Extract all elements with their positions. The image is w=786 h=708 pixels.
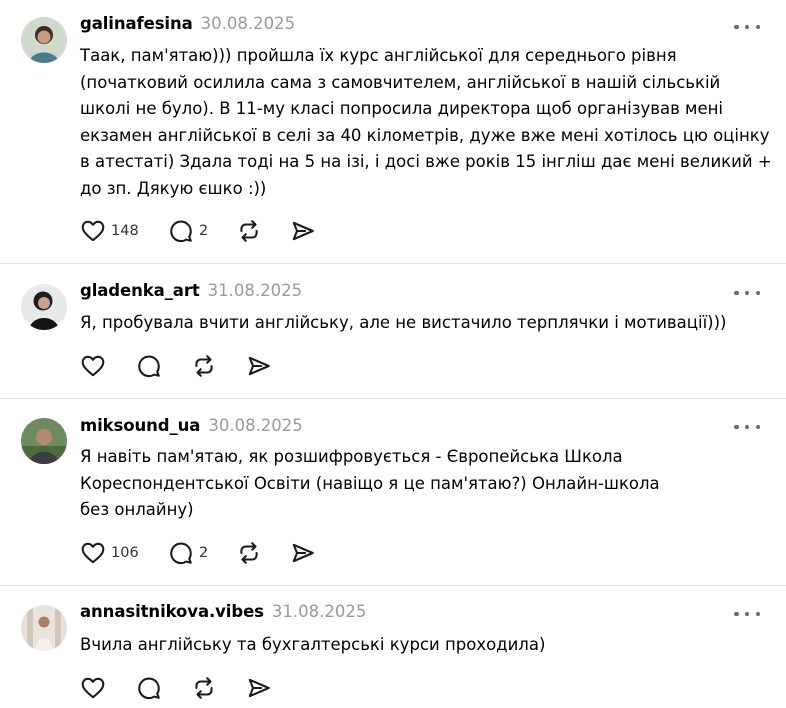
share-button[interactable]: [246, 674, 272, 702]
avatar[interactable]: [21, 284, 67, 330]
like-count: 106: [111, 545, 139, 561]
send-icon: [248, 678, 270, 698]
avatar[interactable]: [21, 418, 67, 464]
heart-icon: [81, 355, 105, 377]
avatar[interactable]: [21, 605, 67, 651]
comment-date: 31.08.2025: [271, 602, 367, 621]
username[interactable]: miksound_ua: [80, 416, 200, 435]
more-options-icon[interactable]: [734, 420, 760, 434]
comment-text: Я, пробувала вчити англійську, але не ви…: [80, 313, 727, 332]
reply-count: 2: [199, 545, 209, 561]
more-options-icon[interactable]: [734, 20, 760, 34]
like-count: 148: [111, 223, 139, 239]
send-icon: [292, 543, 314, 563]
heart-icon: [81, 677, 105, 699]
share-button[interactable]: [246, 352, 272, 380]
comment-text: Вчила англійську та бухгалтерські курси …: [80, 635, 546, 654]
comment-header: galinafesina 30.08.2025: [80, 14, 295, 38]
comment-date: 31.08.2025: [207, 281, 303, 300]
comment-4: annasitnikova.vibes 31.08.2025 Вчила анг…: [0, 586, 786, 708]
comment-text: Я навіть пам'ятаю, як розшифровується - …: [80, 447, 660, 519]
comment-text: Таак, пам'ятаю))) пройшла їх курс англій…: [80, 46, 772, 198]
comment-bubble-icon: [170, 542, 192, 565]
reply-count: 2: [199, 223, 209, 239]
like-button[interactable]: [80, 674, 106, 702]
repost-button[interactable]: [236, 217, 262, 245]
share-button[interactable]: [290, 539, 316, 567]
username[interactable]: annasitnikova.vibes: [80, 602, 264, 621]
avatar[interactable]: [21, 17, 67, 63]
more-options-icon[interactable]: [734, 607, 760, 621]
send-icon: [248, 356, 270, 376]
comment-header: annasitnikova.vibes 31.08.2025: [80, 602, 366, 626]
comment-bubble-icon: [138, 677, 160, 700]
repost-icon: [240, 542, 258, 564]
reply-button[interactable]: 2: [168, 217, 208, 245]
more-options-icon[interactable]: [734, 286, 760, 300]
repost-icon: [240, 220, 258, 242]
repost-button[interactable]: [191, 674, 217, 702]
comment-bubble-icon: [138, 355, 160, 378]
reply-button[interactable]: [136, 674, 162, 702]
comment-header: gladenka_art 31.08.2025: [80, 281, 302, 305]
like-button[interactable]: 106: [80, 539, 139, 567]
username[interactable]: galinafesina: [80, 14, 193, 33]
repost-button[interactable]: [236, 539, 262, 567]
share-button[interactable]: [290, 217, 316, 245]
comment-1: galinafesina 30.08.2025 Таак, пам'ятаю))…: [0, 0, 786, 263]
heart-icon: [81, 542, 105, 564]
send-icon: [292, 221, 314, 241]
comment-date: 30.08.2025: [208, 416, 303, 435]
comment-bubble-icon: [170, 220, 192, 243]
comment-3: miksound_ua 30.08.2025 Я навіть пам'ятаю…: [0, 399, 786, 585]
like-button[interactable]: 148: [80, 217, 139, 245]
reply-button[interactable]: [136, 352, 162, 380]
repost-button[interactable]: [191, 352, 217, 380]
repost-icon: [195, 677, 213, 699]
reply-button[interactable]: 2: [168, 539, 208, 567]
like-button[interactable]: [80, 352, 106, 380]
comment-2: gladenka_art 31.08.2025 Я, пробувала вчи…: [0, 264, 786, 398]
comment-date: 30.08.2025: [200, 14, 296, 33]
username[interactable]: gladenka_art: [80, 281, 200, 300]
heart-icon: [81, 220, 105, 242]
comment-header: miksound_ua 30.08.2025: [80, 416, 303, 440]
repost-icon: [195, 355, 213, 377]
